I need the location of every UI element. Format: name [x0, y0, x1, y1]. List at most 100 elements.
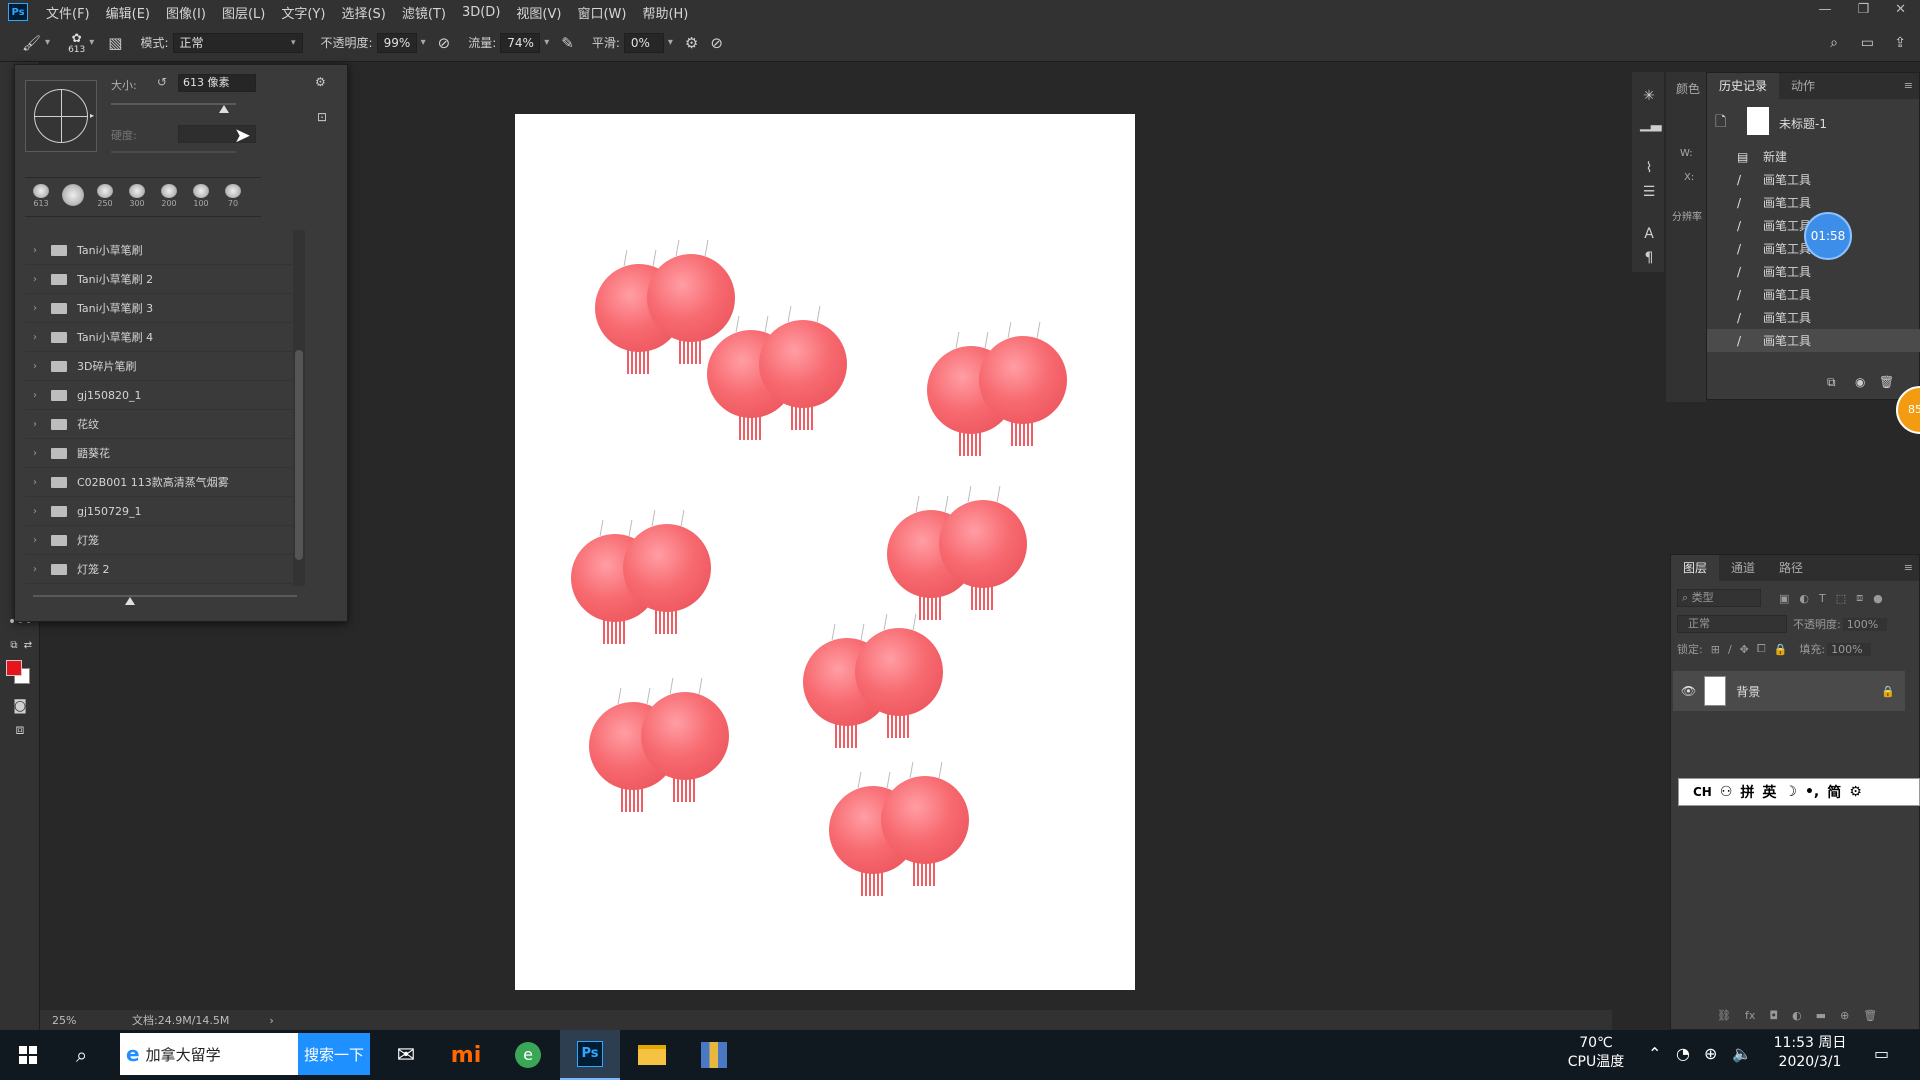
- mi-app[interactable]: mi: [436, 1030, 496, 1080]
- document-canvas[interactable]: [515, 114, 1135, 990]
- workspace-icon[interactable]: ▭: [1861, 35, 1874, 51]
- lock-pixels-icon[interactable]: /: [1728, 643, 1732, 656]
- preview-size-slider-track[interactable]: [33, 595, 297, 597]
- ime-simplified[interactable]: 简: [1827, 782, 1841, 802]
- pressure-opacity-icon[interactable]: ⊘: [438, 34, 451, 52]
- history-state[interactable]: / 画笔工具: [1707, 283, 1920, 306]
- foreground-color-swatch[interactable]: [6, 660, 22, 676]
- brush-folder[interactable]: › Tani小草笔刷 4: [25, 323, 295, 352]
- ime-english[interactable]: 英: [1762, 782, 1776, 802]
- recent-brush[interactable]: 200: [155, 184, 183, 208]
- filter-pixel-icon[interactable]: ▣: [1779, 592, 1789, 605]
- new-document-from-state-icon[interactable]: ⧉: [1827, 375, 1836, 390]
- taskbar-search-input[interactable]: e 加拿大留学: [120, 1033, 298, 1075]
- restore-icon[interactable]: ❐: [1857, 2, 1869, 17]
- clock[interactable]: 11:53 周日 2020/3/1: [1760, 1034, 1860, 1072]
- adjustment-layer-icon[interactable]: ◐: [1792, 1009, 1802, 1022]
- brush-folder[interactable]: › gj150729_1: [25, 497, 295, 526]
- snapshot-thumbnail[interactable]: [1747, 107, 1769, 135]
- new-preset-icon[interactable]: ⊡: [317, 110, 327, 124]
- status-menu-chevron-icon[interactable]: ›: [269, 1014, 273, 1027]
- size-slider-thumb[interactable]: [218, 105, 229, 113]
- history-state-current[interactable]: / 画笔工具: [1707, 329, 1920, 352]
- ime-punct-icon[interactable]: •,: [1805, 784, 1819, 800]
- tab-history[interactable]: 历史记录: [1707, 73, 1780, 99]
- history-state[interactable]: / 画笔工具: [1707, 168, 1920, 191]
- close-icon[interactable]: ✕: [1895, 2, 1906, 17]
- recent-brush[interactable]: [59, 184, 87, 207]
- recent-brush[interactable]: 70: [219, 184, 247, 208]
- ime-settings-icon[interactable]: ⚙: [1849, 784, 1862, 800]
- brush-tip-preview[interactable]: ▸: [25, 80, 97, 152]
- flow-chevron-icon[interactable]: ▾: [544, 37, 549, 48]
- brush-folder[interactable]: › 灯笼 2: [25, 555, 295, 584]
- tab-layers[interactable]: 图层: [1671, 555, 1720, 581]
- photoshop-app[interactable]: Ps: [560, 1030, 620, 1080]
- fx-icon[interactable]: fx: [1745, 1009, 1755, 1022]
- menu-file[interactable]: 文件(F): [38, 3, 98, 22]
- navigator-icon[interactable]: ✳: [1640, 88, 1658, 106]
- lock-transparent-icon[interactable]: ⊞: [1711, 643, 1720, 656]
- volume-icon[interactable]: 🔈: [1732, 1044, 1752, 1063]
- fill-field[interactable]: 100%: [1827, 642, 1872, 656]
- brush-settings-icon[interactable]: ▧: [108, 34, 122, 52]
- menu-image[interactable]: 图像(I): [158, 3, 214, 22]
- filter-smart-icon[interactable]: ⧈: [1856, 591, 1863, 605]
- start-button[interactable]: [0, 1030, 56, 1080]
- network-icon[interactable]: ⊕: [1704, 1044, 1717, 1063]
- add-mask-icon[interactable]: ◘: [1769, 1009, 1778, 1022]
- tool-preset-chevron-icon[interactable]: ▾: [45, 37, 50, 48]
- tray-app-icon[interactable]: ◔: [1676, 1044, 1690, 1063]
- history-state-new[interactable]: ▤ 新建: [1707, 145, 1920, 168]
- layer-name[interactable]: 背景: [1736, 683, 1760, 700]
- archive-app[interactable]: [684, 1030, 744, 1080]
- brush-folder[interactable]: › 灯笼: [25, 526, 295, 555]
- notification-icon[interactable]: ▭: [1874, 1044, 1889, 1063]
- preview-size-slider-thumb[interactable]: [125, 597, 135, 605]
- tab-channels[interactable]: 通道: [1719, 555, 1767, 581]
- layer-filter-select[interactable]: ⌕ 类型: [1677, 589, 1761, 607]
- mode-select[interactable]: 正常 ▾: [172, 32, 303, 53]
- lock-artboard-icon[interactable]: ⧠: [1757, 642, 1766, 656]
- gear-icon[interactable]: ⚙: [315, 75, 326, 89]
- brush-folder[interactable]: › 3D碎片笔刷: [25, 352, 295, 381]
- lock-all-icon[interactable]: 🔒: [1774, 643, 1788, 656]
- reset-size-icon[interactable]: ↺: [157, 75, 167, 89]
- ime-moon-icon[interactable]: ☽: [1784, 784, 1797, 800]
- smoothing-chevron-icon[interactable]: ▾: [668, 37, 673, 48]
- menu-select[interactable]: 选择(S): [333, 3, 393, 22]
- history-state[interactable]: / 画笔工具: [1707, 191, 1920, 214]
- filter-type-icon[interactable]: T: [1819, 592, 1826, 605]
- search-icon[interactable]: ⌕: [76, 1043, 87, 1067]
- recent-brush[interactable]: 250: [91, 184, 119, 208]
- panel-menu-icon[interactable]: ≡: [1904, 561, 1913, 574]
- recent-brush[interactable]: 100: [187, 184, 215, 208]
- history-state[interactable]: / 画笔工具: [1707, 306, 1920, 329]
- filter-shape-icon[interactable]: ⬚: [1836, 592, 1846, 605]
- brush-preset-picker[interactable]: ✿ 613: [68, 31, 85, 55]
- character-icon[interactable]: A: [1640, 226, 1658, 244]
- visibility-eye-icon[interactable]: 👁: [1681, 684, 1696, 698]
- folder-list-scrollbar[interactable]: [293, 230, 305, 586]
- pressure-size-icon[interactable]: ⊘: [710, 34, 723, 52]
- filter-adjustment-icon[interactable]: ◐: [1799, 592, 1809, 605]
- menu-filter[interactable]: 滤镜(T): [394, 3, 454, 22]
- recent-brush[interactable]: 300: [123, 184, 151, 208]
- menu-window[interactable]: 窗口(W): [569, 3, 634, 22]
- swap-colors-icon[interactable]: ⇄: [16, 640, 40, 660]
- tab-paths[interactable]: 路径: [1767, 555, 1815, 581]
- snapshot-name[interactable]: 未标题-1: [1779, 115, 1827, 132]
- lock-position-icon[interactable]: ✥: [1740, 643, 1749, 656]
- explorer-app[interactable]: [622, 1030, 682, 1080]
- airbrush-icon[interactable]: ✎: [561, 34, 574, 52]
- menu-layer[interactable]: 图层(L): [214, 3, 273, 22]
- camera-icon[interactable]: ◉: [1855, 375, 1865, 389]
- new-group-icon[interactable]: ▬: [1816, 1009, 1826, 1022]
- tab-actions[interactable]: 动作: [1779, 73, 1827, 99]
- scrollbar-thumb[interactable]: [295, 350, 303, 560]
- zoom-level[interactable]: 25%: [52, 1014, 112, 1027]
- trash-icon[interactable]: 🗑: [1879, 375, 1894, 389]
- share-icon[interactable]: ⇪: [1894, 35, 1906, 51]
- layer-row[interactable]: 👁 背景 🔒: [1673, 671, 1905, 711]
- size-input[interactable]: 613 像素: [178, 74, 256, 92]
